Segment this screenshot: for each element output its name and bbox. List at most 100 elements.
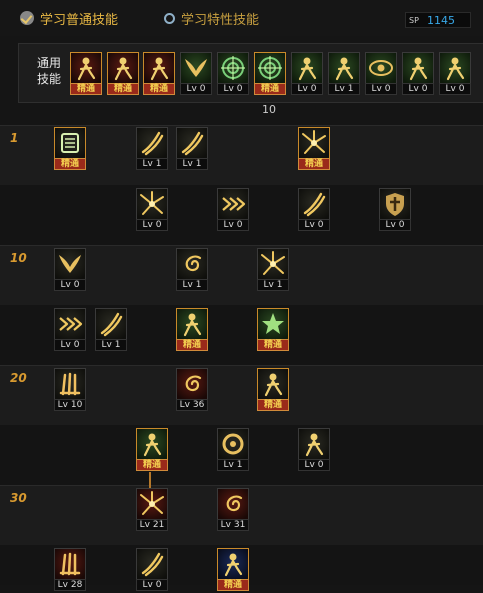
sp-label: SP xyxy=(409,15,419,25)
skill-level-label: 精通 xyxy=(298,158,330,170)
common-skill-9[interactable]: Lv 0 xyxy=(365,52,397,97)
skill-r2-a[interactable]: Lv 0 xyxy=(136,188,168,233)
skill-level-label: Lv 1 xyxy=(176,158,208,170)
tab-learn-trait-skills[interactable]: 学习特性技能 xyxy=(164,9,259,28)
common-skill-1[interactable]: 精通 xyxy=(70,52,102,97)
common-skills-label: 通用技能 xyxy=(36,56,61,86)
common-skill-4[interactable]: Lv 0 xyxy=(180,52,212,97)
figure-icon xyxy=(176,308,208,340)
skill-level-label: Lv 1 xyxy=(95,339,127,351)
skill-r4-c[interactable]: 精通 xyxy=(176,308,208,353)
ring-icon xyxy=(217,428,249,460)
swirl-icon xyxy=(176,248,208,280)
skill-level-label: 精通 xyxy=(136,459,168,471)
skill-r6-a[interactable]: 精通 xyxy=(136,428,168,473)
skill-level-label: Lv 0 xyxy=(402,83,434,95)
divider xyxy=(0,365,483,366)
skill-level-label: 精通 xyxy=(176,339,208,351)
skill-r5-c[interactable]: 精通 xyxy=(257,368,289,413)
sp-counter: SP 1145 xyxy=(405,12,471,28)
skill-level-label: 精通 xyxy=(54,158,86,170)
common-skill-3[interactable]: 精通 xyxy=(143,52,175,97)
skill-level-label: Lv 28 xyxy=(54,579,86,591)
slash-icon xyxy=(95,308,127,340)
skill-level-label: Lv 0 xyxy=(54,279,86,291)
level-label-20: 20 xyxy=(10,371,27,385)
skill-r1-c[interactable]: Lv 1 xyxy=(176,127,208,172)
skill-r1-a[interactable]: 精通 xyxy=(54,127,86,172)
skill-level-label: Lv 31 xyxy=(217,519,249,531)
skill-level-label: Lv 0 xyxy=(136,219,168,231)
skill-level-label: Lv 21 xyxy=(136,519,168,531)
skill-level-label: Lv 1 xyxy=(328,83,360,95)
swirl-icon xyxy=(176,368,208,400)
skill-r5-b[interactable]: Lv 36 xyxy=(176,368,208,413)
radio-icon xyxy=(164,12,175,24)
skill-r8-b[interactable]: Lv 0 xyxy=(136,548,168,593)
burst-icon xyxy=(136,188,168,220)
skill-level-label: 精通 xyxy=(70,83,102,95)
figure-icon xyxy=(107,52,139,84)
shield-icon xyxy=(379,188,411,220)
skill-r6-b[interactable]: Lv 1 xyxy=(217,428,249,473)
skill-r4-a[interactable]: Lv 0 xyxy=(54,308,86,353)
skill-r5-a[interactable]: Lv 10 xyxy=(54,368,86,413)
common-skill-6[interactable]: 精通 xyxy=(254,52,286,97)
tab-learn-normal-skills[interactable]: 学习普通技能 xyxy=(20,9,119,28)
burst-icon xyxy=(298,127,330,159)
common-skill-11[interactable]: Lv 0 xyxy=(439,52,471,97)
wing-icon xyxy=(54,248,86,280)
skill-r2-b[interactable]: Lv 0 xyxy=(217,188,249,233)
skill-r2-d[interactable]: Lv 0 xyxy=(379,188,411,233)
common-skill-10[interactable]: Lv 0 xyxy=(402,52,434,97)
level-marker: 10 xyxy=(262,103,276,116)
sp-value: 1145 xyxy=(427,13,455,27)
divider xyxy=(0,125,483,126)
skill-r3-a[interactable]: Lv 0 xyxy=(54,248,86,293)
skill-level-label: Lv 1 xyxy=(257,279,289,291)
skill-r4-d[interactable]: 精通 xyxy=(257,308,289,353)
level-label-1: 1 xyxy=(10,131,19,145)
dark-icon xyxy=(54,127,86,159)
figure-icon xyxy=(298,428,330,460)
skill-level-label: Lv 0 xyxy=(379,219,411,231)
figure-icon xyxy=(70,52,102,84)
skill-level-label: Lv 1 xyxy=(217,459,249,471)
tab-label: 学习普通技能 xyxy=(40,12,119,28)
skill-level-label: Lv 0 xyxy=(217,219,249,231)
burst-icon xyxy=(136,488,168,520)
skill-r3-c[interactable]: Lv 1 xyxy=(257,248,289,293)
swirl-icon xyxy=(217,488,249,520)
figure-icon xyxy=(291,52,323,84)
skill-r2-c[interactable]: Lv 0 xyxy=(298,188,330,233)
skill-level-label: Lv 0 xyxy=(217,83,249,95)
level-label-30: 30 xyxy=(10,491,27,505)
top-bar: 学习普通技能 学习特性技能 SP 1145 xyxy=(0,0,483,36)
skill-r1-b[interactable]: Lv 1 xyxy=(136,127,168,172)
skill-level-label: Lv 36 xyxy=(176,399,208,411)
skill-level-label: 精通 xyxy=(107,83,139,95)
common-skill-5[interactable]: Lv 0 xyxy=(217,52,249,97)
slash-icon xyxy=(298,188,330,220)
eye-icon xyxy=(365,52,397,84)
skill-r7-b[interactable]: Lv 31 xyxy=(217,488,249,533)
skill-r7-a[interactable]: Lv 21 xyxy=(136,488,168,533)
skill-r3-b[interactable]: Lv 1 xyxy=(176,248,208,293)
skill-level-label: 精通 xyxy=(217,579,249,591)
skill-r8-a[interactable]: Lv 28 xyxy=(54,548,86,593)
common-skill-7[interactable]: Lv 0 xyxy=(291,52,323,97)
skill-r1-d[interactable]: 精通 xyxy=(298,127,330,172)
skill-level-label: Lv 10 xyxy=(54,399,86,411)
skill-level-label: Lv 0 xyxy=(365,83,397,95)
divider xyxy=(0,245,483,246)
skill-level-label: Lv 0 xyxy=(439,83,471,95)
skill-level-label: Lv 1 xyxy=(136,158,168,170)
common-skill-2[interactable]: 精通 xyxy=(107,52,139,97)
skill-r8-c[interactable]: 精通 xyxy=(217,548,249,593)
arrows-icon xyxy=(217,188,249,220)
skill-r4-b[interactable]: Lv 1 xyxy=(95,308,127,353)
common-skill-8[interactable]: Lv 1 xyxy=(328,52,360,97)
skill-level-label: Lv 0 xyxy=(180,83,212,95)
skill-r6-c[interactable]: Lv 0 xyxy=(298,428,330,473)
figure-icon xyxy=(328,52,360,84)
